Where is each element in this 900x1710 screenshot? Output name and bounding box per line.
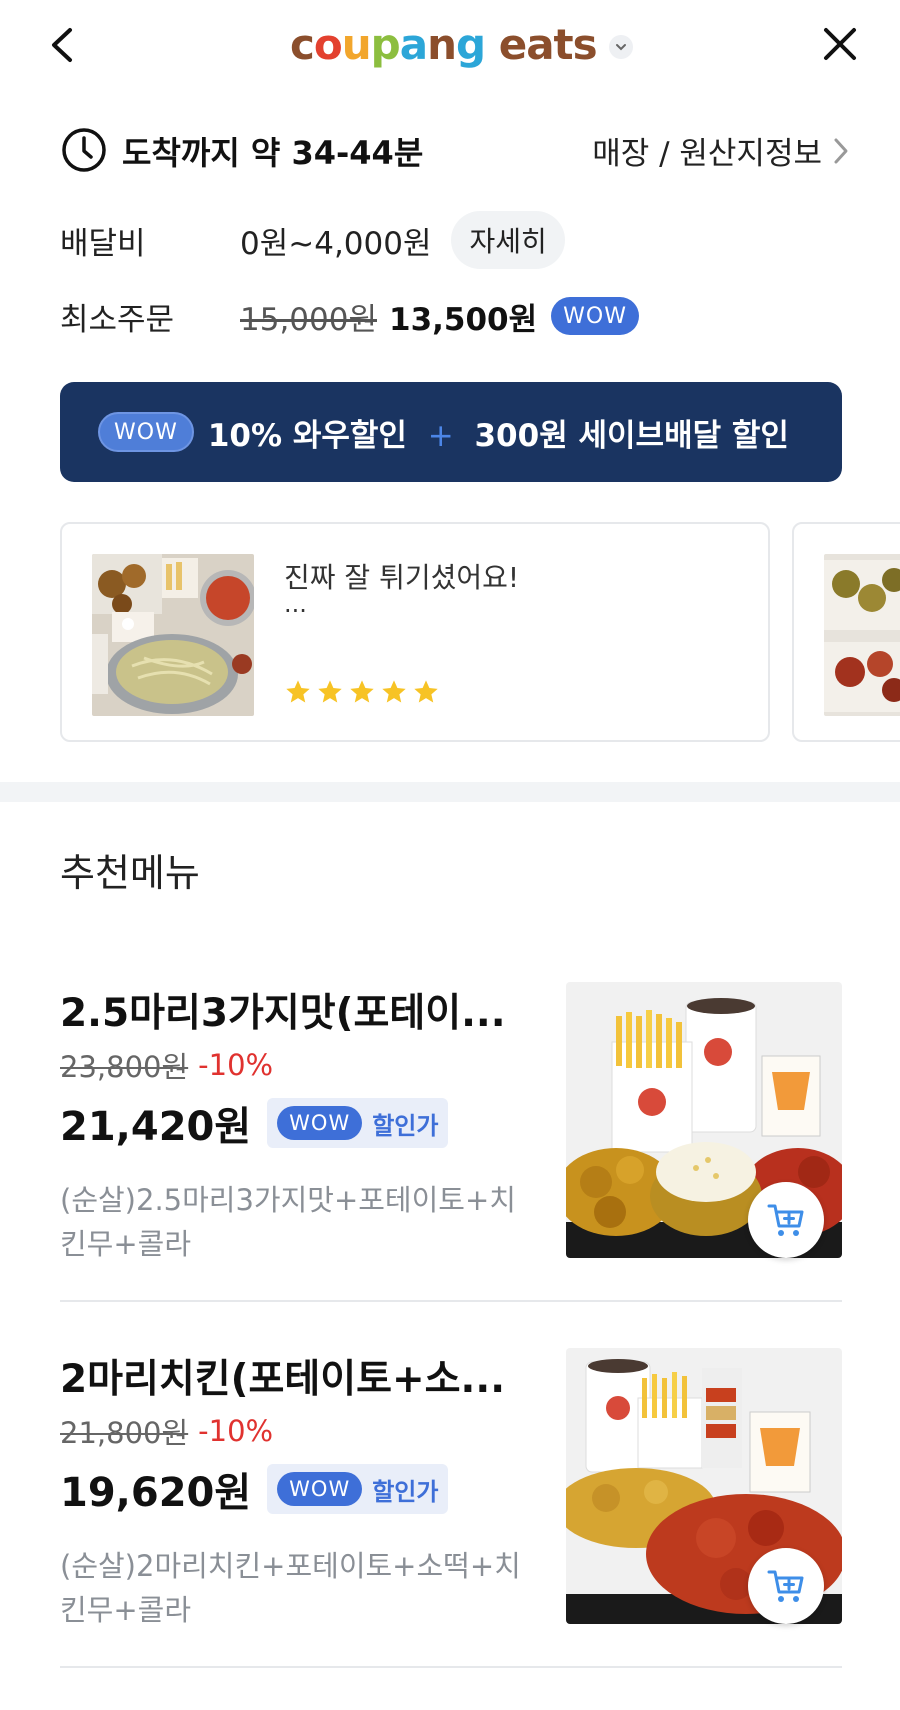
eta-text: 도착까지 약 34-44분 [122,134,424,172]
logo-letter: a [526,19,554,69]
menu-item[interactable]: 2마리치킨(포테이토+소... 21,800원 -10% 19,620원 WOW… [60,1348,842,1678]
min-order-label: 최소주문 [60,301,175,338]
chevron-right-icon [834,138,848,163]
menu-item-description: (순살)2마리치킨+포테이토+소떡+치킨무+콜라 [60,1549,521,1627]
chevron-left-icon [52,28,72,62]
close-icon [824,28,856,60]
add-to-cart-button[interactable] [748,1182,824,1258]
menu-item-sale-row: 21,420원 WOW 할인가 [60,1094,449,1152]
logo-letter: n [427,19,457,69]
star-icon [286,680,310,703]
review-text: 진짜 잘 튀기셨어요! [284,561,520,594]
menu-item[interactable]: 2.5마리3가지맛(포테이... 23,800원 -10% 21,420원 WO… [60,982,842,1312]
logo-letter: g [456,19,486,69]
review-photo [92,554,254,716]
wow-sale-chip: WOW 할인가 [267,1464,449,1514]
menu-item-discount: -10% [198,1048,274,1082]
menu-item-sale-row: 19,620원 WOW 할인가 [60,1460,449,1518]
star-icon [318,680,342,703]
review-photo [824,554,900,716]
menu-item-description: (순살)2.5마리3가지맛+포테이토+치킨무+콜라 [60,1183,516,1261]
review-more: ... [284,590,307,618]
menu-item-sale-price: 21,420원 [60,1104,252,1150]
min-order-discounted-price: 13,500원 [389,301,538,338]
logo-letter: a [399,19,428,69]
min-order-row: 최소주문 15,000원 13,500원 WOW [60,288,850,344]
promo-banner[interactable]: WOW 10% 와우할인 + 300원 세이브배달 할인 [60,382,842,482]
wow-badge: WOW [277,1472,363,1506]
menu-item-name: 2.5마리3가지맛(포테이... [60,991,506,1036]
delivery-fee-value: 0원~4,000원 [240,225,432,262]
add-to-cart-icon [767,1570,804,1602]
logo-letter: p [370,19,401,69]
review-card[interactable] [792,522,900,742]
star-icon [414,680,438,703]
sale-label: 할인가 [372,1111,439,1140]
store-info-label: 매장 / 원산지정보 [592,136,822,172]
recommended-menu-title: 추천메뉴 [60,851,200,895]
wow-badge: WOW [551,297,639,335]
wow-badge: WOW [277,1106,363,1140]
coupang-eats-logo[interactable]: coupang eats [290,14,633,74]
star-icon [382,680,406,703]
logo-letter: u [341,19,372,69]
promo-save-delivery-text: 300원 세이브배달 할인 [474,417,789,454]
menu-divider [60,1666,842,1668]
add-to-cart-button[interactable] [748,1548,824,1624]
menu-item-name: 2마리치킨(포테이토+소... [60,1357,506,1402]
clock-icon [62,128,106,172]
chevron-down-icon [608,35,633,59]
logo-letter: s [572,19,598,69]
promo-text: 10% 와우할인 + 300원 세이브배달 할인 [208,410,789,455]
menu-item-discount: -10% [198,1414,274,1448]
logo-letter: t [553,19,574,69]
wow-sale-chip: WOW 할인가 [267,1098,449,1148]
eta-row: 도착까지 약 34-44분 매장 / 원산지정보 [60,122,850,178]
back-button[interactable] [44,20,84,70]
add-to-cart-icon [767,1204,804,1236]
logo-letter [485,20,499,69]
logo-letter: o [313,19,343,69]
menu-item-price-row: 23,800원 -10% [60,1044,273,1086]
delivery-fee-label: 배달비 [60,225,146,262]
star-rating [284,678,440,706]
logo-letter: e [498,19,527,69]
logo-letter: c [290,19,315,69]
promo-discount-text: 10% 와우할인 [207,417,407,454]
sale-label: 할인가 [372,1477,439,1506]
logo-text: coupang eats [290,19,598,69]
app-header: coupang eats [0,0,900,90]
fee-detail-button[interactable]: 자세히 [451,211,565,269]
menu-item-original-price: 23,800원 [60,1050,189,1084]
min-order-original-price: 15,000원 [240,301,377,338]
store-info-link[interactable]: 매장 / 원산지정보 [592,128,850,173]
review-card[interactable]: 진짜 잘 튀기셨어요! ... [60,522,770,742]
delivery-fee-row: 배달비 0원~4,000원 자세히 [60,211,850,269]
menu-item-sale-price: 19,620원 [60,1470,252,1516]
menu-divider [60,1300,842,1302]
wow-badge: WOW [98,412,194,452]
close-button[interactable] [818,22,862,66]
menu-item-original-price: 21,800원 [60,1416,189,1450]
menu-item-price-row: 21,800원 -10% [60,1410,273,1452]
section-divider [0,782,900,802]
star-icon [350,680,374,703]
plus-icon: + [427,417,454,454]
